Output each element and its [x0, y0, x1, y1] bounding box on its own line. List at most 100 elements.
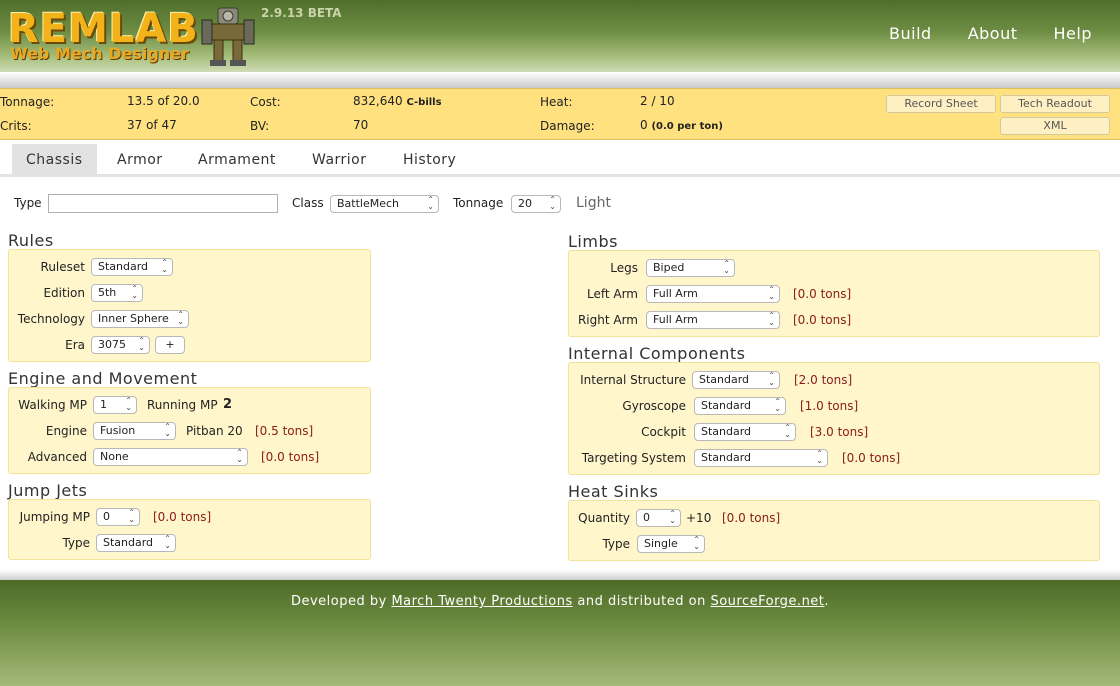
- heat-sink-tons: [0.0 tons]: [722, 511, 781, 525]
- cockpit-select[interactable]: Standard ⌃ ⌄: [694, 423, 796, 441]
- walking-mp-label: Walking MP: [18, 398, 87, 412]
- engine-select[interactable]: Fusion ⌃ ⌄: [93, 422, 176, 440]
- internal-components-title: Internal Components: [568, 344, 746, 363]
- technology-label: Technology: [17, 312, 85, 326]
- engine-name: Pitban 20: [186, 424, 243, 438]
- heat-label: Heat:: [540, 95, 573, 109]
- engine-label: Engine: [45, 424, 87, 438]
- edition-select[interactable]: 5th ⌃ ⌄: [91, 284, 143, 302]
- tab-history[interactable]: History: [389, 144, 470, 176]
- tab-chassis[interactable]: Chassis: [12, 144, 97, 176]
- advanced-label: Advanced: [27, 450, 87, 464]
- targeting-system-label: Targeting System: [581, 451, 686, 465]
- nav-build[interactable]: Build: [889, 24, 932, 43]
- running-mp-label: Running MP: [147, 398, 218, 412]
- jump-jets-panel: [8, 499, 371, 560]
- tab-armor[interactable]: Armor: [103, 144, 177, 176]
- heat-sink-quantity-select[interactable]: 0 ⌃ ⌄: [636, 509, 681, 527]
- crits-label: Crits:: [0, 119, 32, 133]
- tab-warrior[interactable]: Warrior: [298, 144, 381, 176]
- gyroscope-tons: [1.0 tons]: [800, 399, 859, 413]
- ruleset-label: Ruleset: [40, 260, 85, 274]
- damage-detail: (0.0 per ton): [651, 121, 723, 132]
- running-mp-value: 2: [223, 397, 233, 412]
- record-sheet-button[interactable]: Record Sheet: [886, 95, 996, 113]
- jumping-tons: [0.0 tons]: [153, 510, 212, 524]
- heat-sinks-title: Heat Sinks: [568, 482, 659, 501]
- limbs-title: Limbs: [568, 232, 618, 251]
- summary-bar: Tonnage: 13.5 of 20.0 Crits: 37 of 47 Co…: [0, 88, 1120, 140]
- era-select[interactable]: 3075 ⌃ ⌄: [91, 336, 150, 354]
- walking-mp-select[interactable]: 1 ⌃ ⌄: [93, 396, 137, 414]
- ruleset-select[interactable]: Standard ⌃ ⌄: [91, 258, 173, 276]
- jump-type-label: Type: [62, 536, 90, 550]
- gyroscope-label: Gyroscope: [622, 399, 686, 413]
- heat-sink-bonus: +10: [686, 511, 712, 525]
- class-label: Class: [292, 196, 324, 210]
- main-nav: Build About Help: [889, 24, 1092, 43]
- cockpit-tons: [3.0 tons]: [810, 425, 869, 439]
- internal-structure-tons: [2.0 tons]: [794, 373, 853, 387]
- tab-armament[interactable]: Armament: [184, 144, 290, 176]
- edition-label: Edition: [43, 286, 85, 300]
- jump-type-select[interactable]: Standard ⌃ ⌄: [96, 534, 176, 552]
- class-select[interactable]: BattleMech ⌃ ⌄: [330, 195, 439, 213]
- era-add-button[interactable]: +: [155, 336, 185, 354]
- cost-value: 832,640 C-bills: [353, 94, 442, 108]
- type-input[interactable]: [48, 194, 278, 213]
- legs-label: Legs: [610, 261, 638, 275]
- jumping-mp-label: Jumping MP: [19, 510, 90, 524]
- footer: Developed by March Twenty Productions an…: [0, 580, 1120, 686]
- technology-select[interactable]: Inner Sphere ⌃ ⌄: [91, 310, 189, 328]
- tonnage-select[interactable]: 20 ⌃ ⌄: [511, 195, 561, 213]
- header: REMLAB Web Mech Designer 2.9.13 BETA Bui…: [0, 0, 1120, 72]
- advanced-select[interactable]: None ⌃ ⌄: [93, 448, 248, 466]
- damage-value: 0 (0.0 per ton): [640, 118, 723, 132]
- legs-select[interactable]: Biped ⌃ ⌄: [646, 259, 735, 277]
- tonnage-value: 13.5 of 20.0: [127, 94, 200, 108]
- left-arm-select[interactable]: Full Arm ⌃ ⌄: [646, 285, 780, 303]
- march-twenty-link[interactable]: March Twenty Productions: [391, 594, 572, 609]
- xml-button[interactable]: XML: [1000, 117, 1110, 135]
- bv-label: BV:: [250, 119, 270, 133]
- footer-divider: [0, 570, 1120, 580]
- cockpit-label: Cockpit: [641, 425, 686, 439]
- crits-value: 37 of 47: [127, 118, 177, 132]
- engine-title: Engine and Movement: [8, 369, 198, 388]
- footer-credits: Developed by March Twenty Productions an…: [290, 594, 830, 609]
- logo[interactable]: REMLAB Web Mech Designer: [8, 2, 258, 68]
- cost-unit: C-bills: [406, 97, 442, 108]
- sourceforge-link[interactable]: SourceForge.net: [710, 594, 824, 609]
- left-arm-label: Left Arm: [586, 287, 638, 301]
- jumping-mp-select[interactable]: 0 ⌃ ⌄: [96, 508, 140, 526]
- type-label: Type: [14, 196, 42, 210]
- right-arm-select[interactable]: Full Arm ⌃ ⌄: [646, 311, 780, 329]
- tab-underline: [0, 174, 1120, 177]
- rules-title: Rules: [8, 231, 54, 250]
- heat-value: 2 / 10: [640, 94, 675, 108]
- header-divider: [0, 72, 1120, 88]
- tonnage-label: Tonnage:: [0, 95, 55, 109]
- engine-tons: [0.5 tons]: [255, 424, 314, 438]
- targeting-system-tons: [0.0 tons]: [842, 451, 901, 465]
- nav-help[interactable]: Help: [1054, 24, 1092, 43]
- heat-sink-quantity-label: Quantity: [578, 511, 630, 525]
- right-arm-tons: [0.0 tons]: [793, 313, 852, 327]
- right-arm-label: Right Arm: [577, 313, 638, 327]
- damage-label: Damage:: [540, 119, 595, 133]
- era-label: Era: [65, 338, 85, 352]
- advanced-tons: [0.0 tons]: [261, 450, 320, 464]
- internal-structure-select[interactable]: Standard ⌃ ⌄: [692, 371, 780, 389]
- heat-sink-type-label: Type: [602, 537, 630, 551]
- mech-icon: [201, 7, 255, 66]
- gyroscope-select[interactable]: Standard ⌃ ⌄: [694, 397, 786, 415]
- logo-subtitle: Web Mech Designer: [10, 44, 189, 63]
- bv-value: 70: [353, 118, 369, 132]
- weight-class-label: Light: [576, 195, 611, 211]
- left-arm-tons: [0.0 tons]: [793, 287, 852, 301]
- targeting-system-select[interactable]: Standard ⌃ ⌄: [694, 449, 828, 467]
- heat-sink-type-select[interactable]: Single ⌃ ⌄: [637, 535, 705, 553]
- tech-readout-button[interactable]: Tech Readout: [1000, 95, 1110, 113]
- nav-about[interactable]: About: [968, 24, 1018, 43]
- internal-structure-label: Internal Structure: [580, 373, 686, 387]
